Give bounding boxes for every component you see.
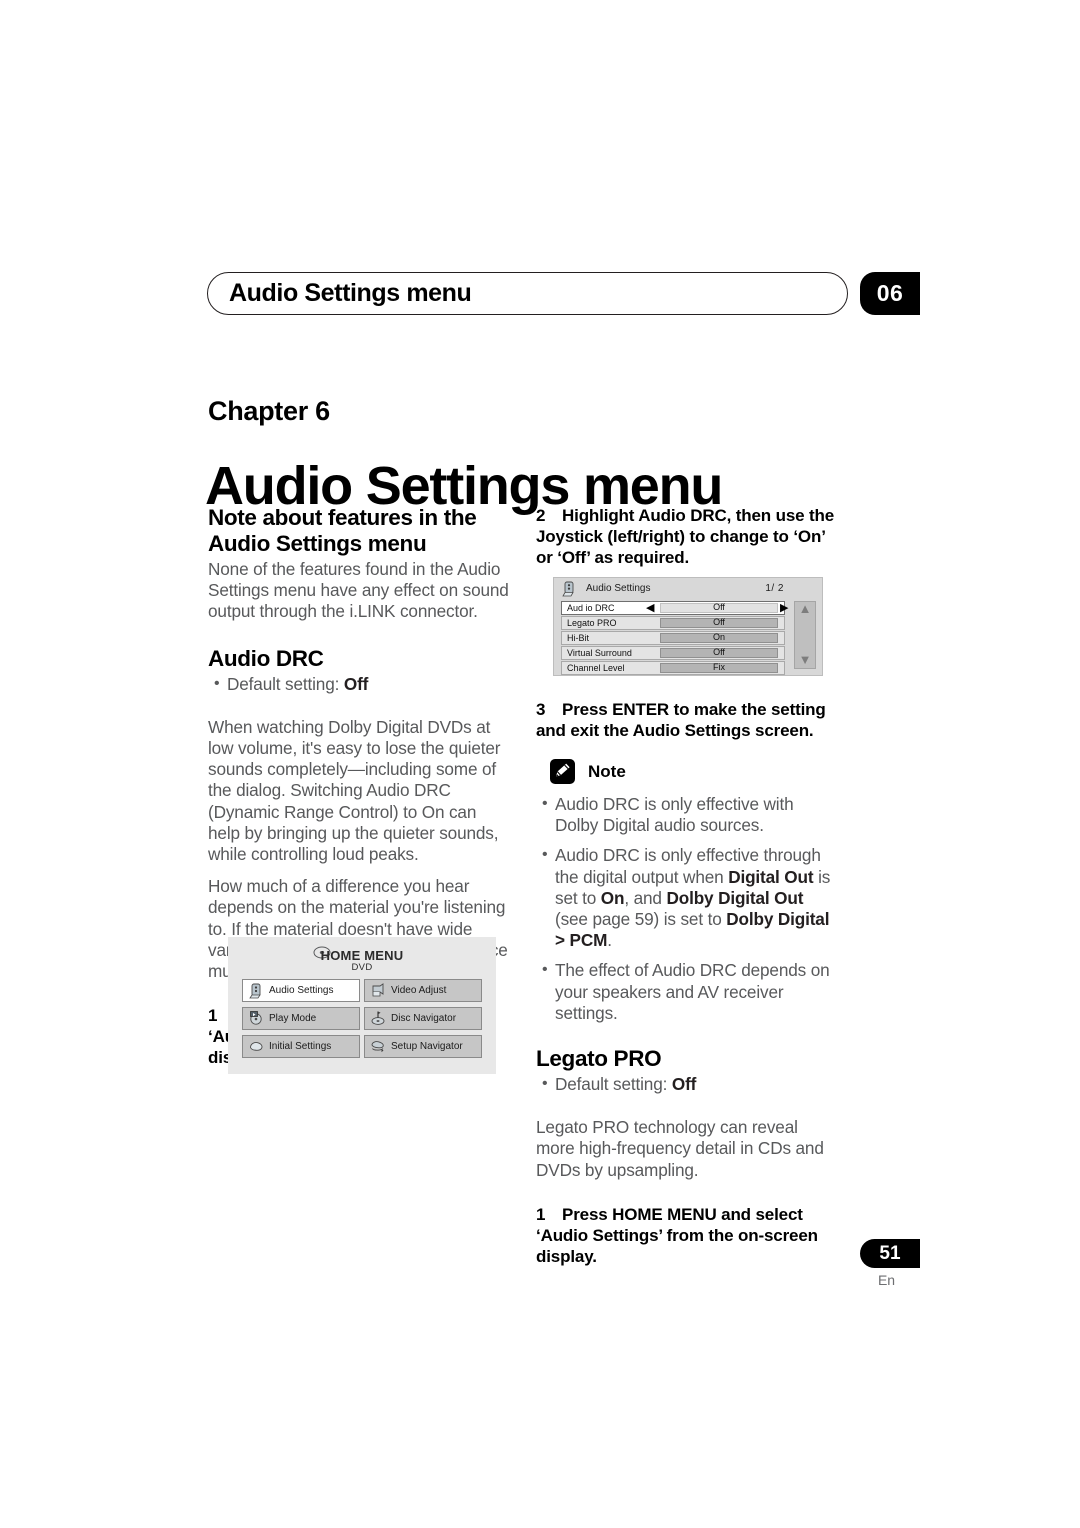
legato-default-item: Default setting: Off	[542, 1073, 839, 1095]
home-menu-item-label: Play Mode	[269, 1013, 317, 1024]
page-number-badge: 51	[860, 1239, 920, 1268]
osd-row-hi-bit[interactable]: Hi-Bit On	[561, 631, 785, 645]
osd-row-value: Off	[660, 647, 778, 658]
osd-row-label: Virtual Surround	[567, 647, 632, 658]
video-adjust-icon	[370, 982, 387, 999]
audio-settings-osd-rows: Aud io DRC ◀ Off ▶ Legato PRO Off Hi-Bit…	[561, 601, 788, 676]
step-3-text: Press ENTER to make the setting and exit…	[536, 700, 826, 740]
note-bullet-2: Audio DRC is only effective through the …	[542, 844, 839, 951]
osd-row-virtual-surround[interactable]: Virtual Surround Off	[561, 646, 785, 660]
home-menu-item-setup-navigator[interactable]: Setup Navigator	[364, 1035, 482, 1058]
home-menu-item-initial-settings[interactable]: Initial Settings	[242, 1035, 360, 1058]
legato-step-1-text: Press HOME MENU and select ‘Audio Settin…	[536, 1204, 818, 1266]
osd-row-value: Fix	[660, 662, 778, 673]
osd-scrollbar[interactable]: ▲ ▼	[794, 601, 816, 669]
home-menu-button-grid: Audio Settings Video Adjust Play Mode Di…	[242, 979, 482, 1058]
play-mode-icon	[248, 1010, 265, 1027]
osd-row-label: Channel Level	[567, 662, 625, 673]
audio-drc-default-value: Off	[343, 673, 369, 694]
audio-settings-osd-header: Audio Settings 1/ 2	[554, 578, 822, 600]
note-bullet-text: (see page 59) is set to	[555, 909, 727, 930]
disc-navigator-icon	[370, 1010, 387, 1027]
page-language-label: En	[877, 1272, 896, 1288]
running-header: Audio Settings menu 06	[207, 272, 920, 317]
scroll-up-icon[interactable]: ▲	[799, 602, 812, 615]
home-menu-subtitle: DVD	[351, 962, 373, 973]
home-menu-item-label: Disc Navigator	[391, 1013, 457, 1024]
home-menu-item-label: Audio Settings	[269, 985, 334, 996]
right-column: 2 Highlight Audio DRC, then use the Joyst…	[536, 505, 839, 1277]
note-bullet-3: The effect of Audio DRC depends on your …	[542, 959, 839, 1024]
step-3-number: 3	[536, 700, 546, 719]
osd-row-legato-pro[interactable]: Legato PRO Off	[561, 616, 785, 630]
audio-drc-default-label: Default setting:	[227, 673, 344, 694]
legato-default-label: Default setting:	[555, 1074, 672, 1095]
heading-note-about-features: Note about features in the Audio Setting…	[208, 505, 477, 556]
home-menu-item-play-mode[interactable]: Play Mode	[242, 1007, 360, 1030]
osd-row-label: Aud io DRC	[567, 602, 615, 613]
note-bullet-1: Audio DRC is only effective with Dolby D…	[542, 793, 839, 836]
osd-row-value: Off	[660, 602, 778, 613]
audio-drc-default-item: Default setting: Off	[214, 673, 511, 695]
note-bullet-text: The effect of Audio DRC depends on your …	[555, 960, 830, 1023]
note-bullet-strong: Dolby Digital Out	[666, 887, 804, 908]
left-column: Note about features in the Audio Setting…	[208, 505, 511, 1078]
audio-settings-osd-title: Audio Settings	[586, 583, 651, 594]
audio-settings-osd-illustration: Audio Settings 1/ 2 Aud io DRC ◀ Off ▶ L…	[553, 577, 823, 676]
note-label: Note	[588, 761, 626, 781]
legato-step-1-number: 1	[536, 1204, 546, 1224]
osd-row-label: Legato PRO	[567, 617, 617, 628]
initial-settings-icon	[248, 1038, 265, 1055]
pencil-note-icon	[550, 759, 575, 784]
note-bullet-strong: Digital Out	[728, 866, 814, 887]
audio-settings-icon	[560, 580, 578, 603]
step-2-number: 2	[536, 506, 546, 525]
note-bullet-text: .	[607, 930, 612, 951]
scroll-down-icon[interactable]: ▼	[799, 653, 812, 666]
step-1-legato-pro: 1 Press HOME MENU and select ‘Audio Setti…	[536, 1204, 839, 1267]
note-bullet-text: Audio DRC is only effective with Dolby D…	[555, 794, 794, 836]
home-menu-item-label: Initial Settings	[269, 1041, 332, 1052]
home-menu-item-disc-navigator[interactable]: Disc Navigator	[364, 1007, 482, 1030]
osd-row-label: Hi-Bit	[567, 632, 589, 643]
home-menu-osd-illustration: HOME MENU DVD Audio Settings Video Adjus…	[228, 937, 496, 1074]
legato-default-list: Default setting: Off	[536, 1073, 839, 1095]
step-2-highlight-audio-drc: 2 Highlight Audio DRC, then use the Joyst…	[536, 505, 839, 568]
note-bullet-strong: On	[600, 887, 625, 908]
paragraph-audio-drc-1: When watching Dolby Digital DVDs at low …	[208, 716, 501, 865]
step-3-press-enter: 3 Press ENTER to make the setting and exi…	[536, 699, 839, 741]
home-menu-title: HOME MENU	[320, 948, 404, 963]
audio-drc-default-list: Default setting: Off	[208, 673, 511, 695]
osd-row-audio-drc[interactable]: Aud io DRC ◀ Off ▶	[561, 601, 788, 615]
step-2-text: Highlight Audio DRC, then use the Joysti…	[536, 506, 835, 567]
audio-settings-icon	[248, 982, 265, 999]
osd-row-value: Off	[660, 617, 778, 628]
legato-default-value: Off	[671, 1074, 697, 1095]
audio-settings-osd-page-indicator: 1/ 2	[765, 583, 784, 594]
osd-row-value: On	[660, 632, 778, 643]
home-menu-item-label: Setup Navigator	[391, 1041, 463, 1052]
note-bullet-text: , and	[624, 887, 667, 908]
home-menu-item-audio-settings[interactable]: Audio Settings	[242, 979, 360, 1002]
paragraph-legato-pro: Legato PRO technology can reveal more hi…	[536, 1117, 824, 1180]
chapter-label: Chapter 6	[208, 396, 330, 426]
heading-legato-pro: Legato PRO	[536, 1046, 662, 1072]
osd-row-channel-level[interactable]: Channel Level Fix	[561, 661, 785, 675]
paragraph-note-about-features: None of the features found in the Audio …	[208, 559, 509, 622]
home-menu-item-label: Video Adjust	[391, 985, 447, 996]
right-arrow-icon[interactable]: ▶	[780, 603, 788, 614]
note-bullet-list: Audio DRC is only effective with Dolby D…	[536, 793, 839, 1024]
running-header-title: Audio Settings menu	[229, 279, 472, 307]
left-arrow-icon[interactable]: ◀	[646, 603, 654, 614]
note-heading: Note	[550, 759, 839, 784]
heading-audio-drc: Audio DRC	[208, 645, 324, 671]
setup-navigator-icon	[370, 1038, 387, 1055]
home-menu-item-video-adjust[interactable]: Video Adjust	[364, 979, 482, 1002]
chapter-number-badge: 06	[860, 272, 920, 315]
